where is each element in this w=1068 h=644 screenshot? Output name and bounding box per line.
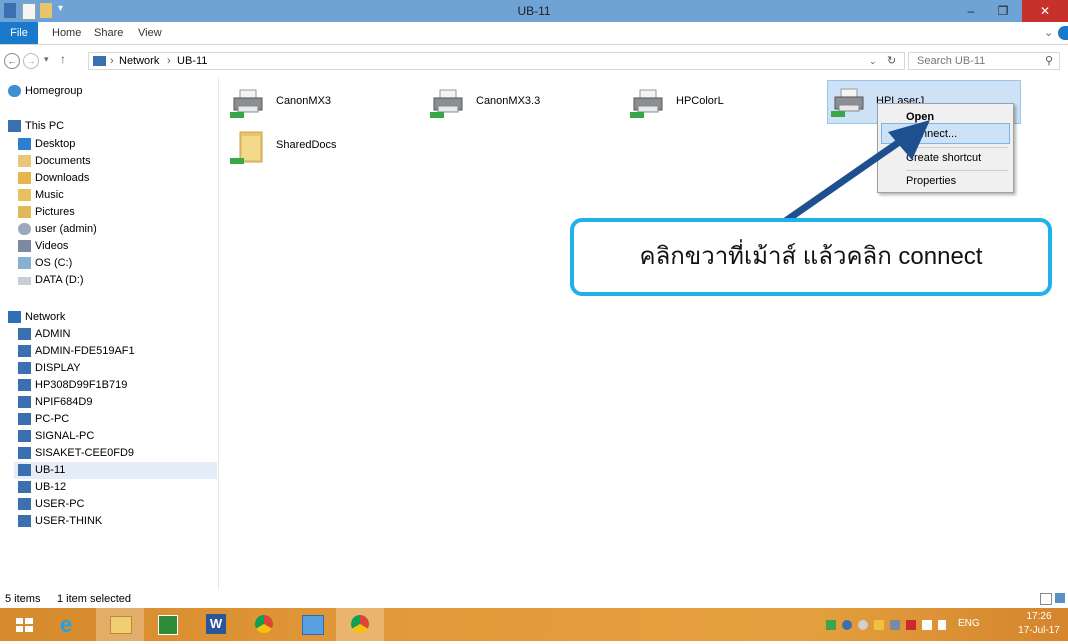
computer-icon	[18, 447, 31, 459]
printer-icon	[430, 89, 463, 118]
chrome-icon	[255, 615, 273, 633]
taskbar-control-panel[interactable]	[288, 608, 336, 641]
desktop-icon	[18, 138, 31, 150]
arrow-head	[888, 120, 930, 160]
search-icon[interactable]: ⚲	[1045, 53, 1053, 69]
taskbar-chrome[interactable]	[240, 608, 288, 641]
videos-icon	[18, 240, 31, 252]
file-explorer-icon	[110, 616, 132, 634]
address-bar[interactable]: › Network › UB-11 ⌄ ↻	[88, 52, 905, 70]
breadcrumb-ub11[interactable]: UB-11	[177, 53, 207, 69]
title-bar: ▾ UB-11 – ❐ ✕	[0, 0, 1068, 22]
clock[interactable]: 17:26 17-Jul-17	[1016, 610, 1062, 638]
computer-icon	[18, 328, 31, 340]
computer-icon	[18, 464, 31, 476]
homegroup-icon	[8, 85, 21, 97]
expand-ribbon-icon[interactable]: ⌄	[1044, 22, 1053, 44]
computer-icon	[18, 498, 31, 510]
details-view-icon[interactable]	[1040, 593, 1052, 605]
restore-button[interactable]: ❐	[988, 0, 1018, 22]
item-count: 5 items	[5, 593, 41, 605]
keyboard-icon[interactable]	[890, 620, 900, 630]
computer-icon	[18, 413, 31, 425]
status-bar: 5 items 1 item selected	[0, 590, 1068, 608]
ribbon-tabs: File Home Share View ⌄	[0, 22, 1068, 45]
drive-icon	[18, 277, 31, 285]
clock-time: 17:26	[1026, 611, 1052, 622]
taskbar-file-explorer[interactable]	[96, 608, 144, 641]
computer-icon	[18, 362, 31, 374]
printer-item-canonmx3-3[interactable]: CanonMX3.3	[430, 84, 580, 124]
arrow-shaft	[780, 134, 909, 226]
minimize-button[interactable]: –	[956, 0, 986, 22]
taskbar-store[interactable]	[144, 608, 192, 641]
volume-icon[interactable]	[922, 620, 932, 630]
control-panel-icon	[302, 615, 324, 635]
search-input[interactable]: Search UB-11 ⚲	[908, 52, 1060, 70]
word-icon: W	[206, 614, 226, 634]
computer-icon	[18, 345, 31, 357]
printer-item-canonmx3[interactable]: CanonMX3	[230, 84, 380, 124]
tab-view[interactable]: View	[138, 22, 162, 44]
taskbar: e W ENG 17:26 17-Jul-17	[0, 608, 1068, 641]
selection-count: 1 item selected	[57, 593, 131, 605]
network-icon	[93, 56, 106, 66]
nav-network-ub-11[interactable]: UB-11	[14, 462, 217, 479]
pictures-icon	[18, 206, 31, 218]
annotation-arrow	[780, 120, 930, 226]
internet-explorer-icon: e	[60, 612, 73, 637]
computer-icon	[18, 430, 31, 442]
music-icon	[18, 189, 31, 201]
store-icon	[158, 615, 178, 635]
action-center-icon[interactable]	[938, 620, 946, 630]
clock-date: 17-Jul-17	[1018, 625, 1060, 636]
start-button[interactable]	[0, 608, 48, 641]
breadcrumb-separator-icon: ›	[110, 55, 114, 67]
sync-icon[interactable]	[842, 620, 852, 630]
antivirus-icon[interactable]	[906, 620, 916, 630]
recent-locations-icon[interactable]: ▾	[44, 54, 49, 65]
documents-icon	[18, 155, 31, 167]
navigation-pane: Homegroup This PC Desktop Documents Down…	[0, 78, 219, 590]
computer-icon	[18, 515, 31, 527]
computer-icon	[18, 379, 31, 391]
downloads-icon	[18, 172, 31, 184]
network-status-icon[interactable]	[826, 620, 836, 630]
printer-item-hpcolorl[interactable]: HPColorL	[630, 84, 780, 124]
windows-logo-icon	[16, 618, 33, 632]
network-icon	[8, 311, 21, 323]
computer-icon	[18, 396, 31, 408]
breadcrumb-network[interactable]: Network	[119, 53, 159, 69]
up-icon[interactable]: ↑	[60, 52, 66, 66]
help-icon[interactable]	[1058, 26, 1068, 40]
back-icon[interactable]: ←	[4, 53, 20, 69]
printer-icon	[230, 89, 263, 118]
taskbar-chrome-window[interactable]	[336, 608, 384, 641]
search-placeholder: Search UB-11	[917, 55, 986, 67]
large-icons-view-icon[interactable]	[1055, 593, 1065, 603]
shield-icon[interactable]	[858, 620, 868, 630]
tab-home[interactable]: Home	[52, 22, 81, 44]
printer-icon	[630, 89, 663, 118]
breadcrumb-separator-icon: ›	[167, 55, 171, 67]
drive-icon	[18, 257, 31, 269]
forward-icon[interactable]: →	[23, 53, 39, 69]
refresh-icon[interactable]: ↻	[887, 53, 896, 69]
computer-icon	[18, 481, 31, 493]
folder-item-shareddocs[interactable]: SharedDocs	[230, 128, 380, 168]
instruction-callout: คลิกขวาที่เม้าส์ แล้วคลิก connect	[570, 218, 1052, 296]
computer-icon	[8, 120, 21, 132]
flag-icon[interactable]	[874, 620, 884, 630]
language-indicator[interactable]: ENG	[958, 618, 980, 629]
address-dropdown-icon[interactable]: ⌄	[869, 53, 877, 69]
close-button[interactable]: ✕	[1022, 0, 1068, 22]
window-title: UB-11	[517, 4, 551, 18]
tab-file[interactable]: File	[0, 22, 38, 44]
taskbar-internet-explorer[interactable]: e	[48, 608, 96, 641]
user-icon	[18, 223, 31, 235]
chrome-icon	[351, 615, 369, 633]
shared-folder-icon	[230, 131, 263, 164]
tab-share[interactable]: Share	[94, 22, 123, 44]
taskbar-word[interactable]: W	[192, 608, 240, 641]
